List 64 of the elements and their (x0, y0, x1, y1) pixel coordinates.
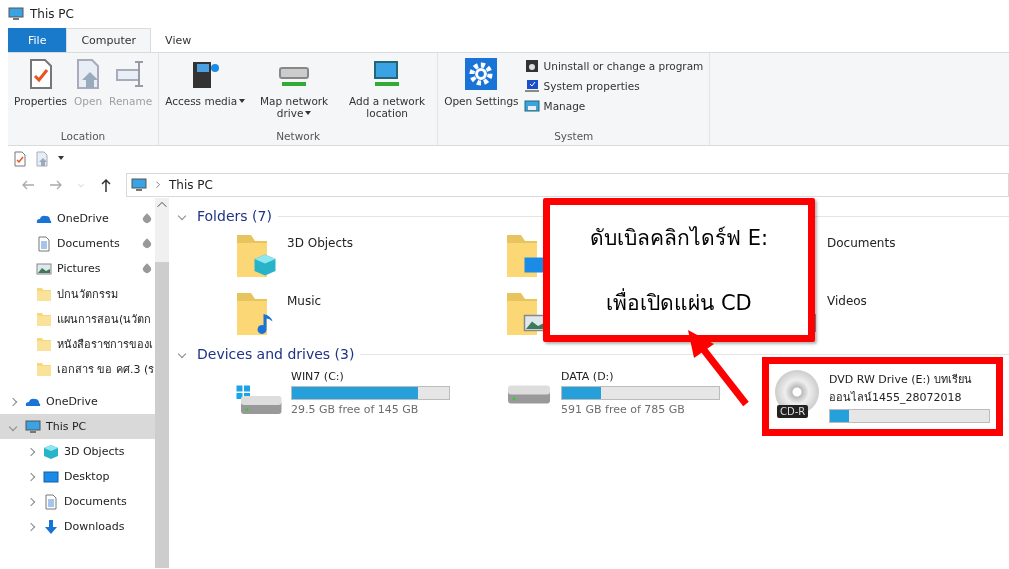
nav-item[interactable]: ปกนวัตกรรม (0, 281, 155, 306)
chevron-icon (155, 181, 161, 189)
folder-icon (36, 285, 52, 302)
pc-icon (131, 177, 147, 193)
folder-item[interactable]: Music (235, 290, 322, 338)
picture-icon (36, 260, 52, 277)
group-label: Location (59, 129, 107, 144)
nav-item[interactable]: แผนการสอน(นวัตก (0, 306, 155, 331)
tree-item[interactable]: This PC (0, 414, 155, 439)
tree-item[interactable]: 3D Objects (0, 439, 155, 464)
drive-icon (235, 384, 283, 414)
scrollbar-thumb[interactable] (155, 262, 169, 568)
ribbon-button[interactable]: Open Settings (442, 56, 521, 128)
ribbon-button[interactable]: Uninstall or change a program (521, 57, 706, 75)
nav-item[interactable]: OneDrive (0, 206, 155, 231)
new-folder-button[interactable] (34, 151, 50, 167)
down-icon (76, 182, 86, 188)
folder-icon (235, 232, 279, 280)
drive-icon (505, 384, 553, 405)
group-label: System (553, 129, 595, 144)
callout-text: เพื่อเปิดแผ่น CD (606, 286, 752, 319)
uninstall-icon (523, 58, 540, 74)
ribbon-button[interactable]: Access media (163, 56, 248, 128)
tree-item[interactable]: Desktop (0, 464, 155, 489)
drive-item[interactable]: CD-R DVD RW Drive (E:) บทเรียนออนไลน์1455_28072018 (762, 357, 1003, 436)
pc-icon (25, 418, 41, 435)
group-label: Network (275, 129, 322, 144)
properties-button[interactable] (12, 151, 28, 167)
nav-item[interactable]: หนังสือราชการของเ (0, 331, 155, 356)
cube-icon (43, 443, 59, 460)
tree-item[interactable]: Documents (0, 489, 155, 514)
settings-icon (465, 58, 498, 90)
nav-item[interactable]: Documents (0, 231, 155, 256)
ribbon-tab[interactable]: File (8, 28, 67, 52)
tree-item[interactable]: Downloads (0, 514, 155, 539)
drive-item[interactable]: DATA (D:) 591 GB free of 785 GB (492, 357, 733, 429)
address-bar[interactable]: This PC (126, 173, 1009, 197)
sysprops-icon (523, 78, 540, 94)
download-icon (43, 518, 59, 535)
section-header[interactable]: Folders (7) (179, 208, 272, 224)
ribbon-tab[interactable]: Computer (66, 28, 152, 52)
pc-icon (8, 6, 24, 22)
ribbon-button[interactable]: Map network drive (248, 56, 341, 128)
ribbon-button[interactable]: Add a network location (341, 56, 434, 128)
doc-icon (36, 235, 52, 252)
nav-item[interactable]: Pictures (0, 256, 155, 281)
doc-icon (43, 493, 59, 510)
tree-item[interactable]: OneDrive (0, 389, 155, 414)
folder-icon (36, 360, 52, 377)
ribbon-button[interactable]: Manage (521, 97, 706, 115)
properties-icon (12, 151, 28, 167)
ribbon-button[interactable]: System properties (521, 77, 706, 95)
folder-icon (36, 335, 52, 352)
folder-item[interactable]: 3D Objects (235, 232, 354, 280)
window-title: This PC (30, 7, 74, 21)
ribbon-button[interactable]: Properties (12, 56, 70, 128)
open-icon (34, 151, 50, 167)
ribbon-tab[interactable]: View (151, 28, 206, 52)
folder-icon (36, 310, 52, 327)
manage-icon (523, 98, 540, 114)
callout-text: ดับเบิลคลิกไดร์ฟ E: (590, 225, 768, 252)
nav-item[interactable]: เอกสาร ขอ คศ.3 (ร (0, 356, 155, 381)
section-header[interactable]: Devices and drives (3) (179, 346, 355, 362)
desktop-icon (43, 468, 59, 485)
